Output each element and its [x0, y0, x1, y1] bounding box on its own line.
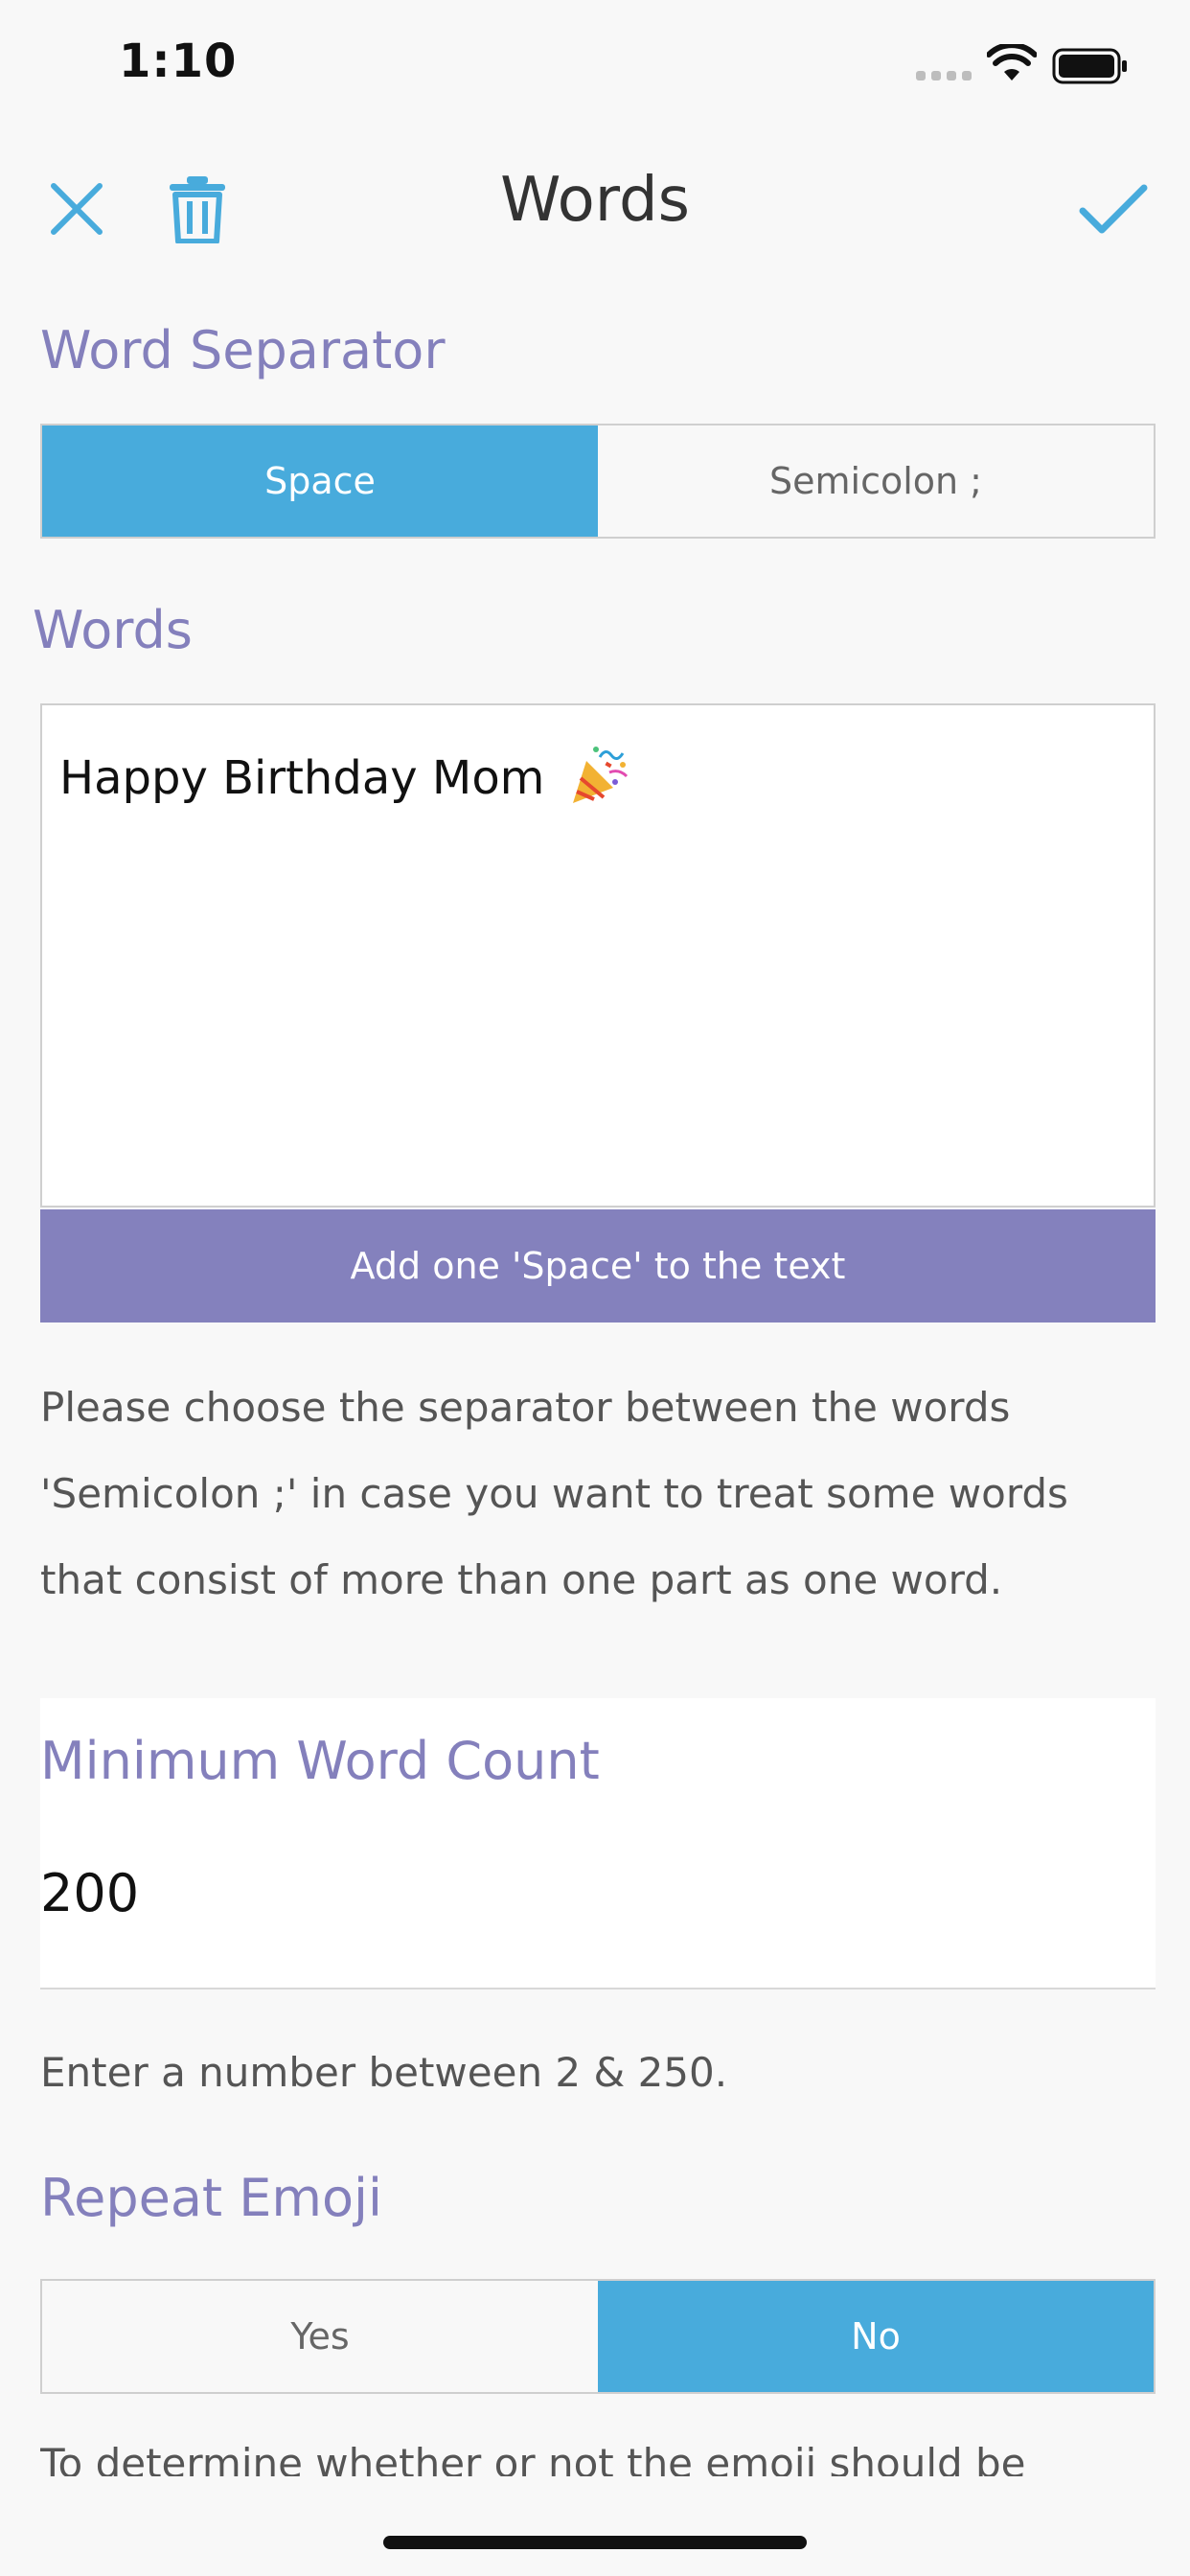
add-space-button[interactable]: Add one 'Space' to the text	[40, 1209, 1156, 1322]
separator-help-text: Please choose the separator between the …	[40, 1384, 1068, 1603]
status-bar: 1:10	[0, 0, 1190, 134]
wifi-icon	[986, 42, 1038, 86]
separator-option-semicolon[interactable]: Semicolon ;	[598, 426, 1154, 537]
minimum-word-count-title: Minimum Word Count	[40, 1731, 600, 1791]
status-time: 1:10	[119, 34, 238, 88]
words-title: Words	[33, 600, 193, 660]
repeat-emoji-help-text: To determine whether or not the emoji sh…	[40, 2442, 1152, 2476]
minimum-word-count-help: Enter a number between 2 & 250.	[40, 2049, 728, 2096]
repeat-emoji-option-yes[interactable]: Yes	[42, 2281, 598, 2392]
words-text-value: Happy Birthday Mom	[59, 751, 545, 805]
word-separator-control: Space Semicolon ;	[40, 424, 1156, 539]
confirm-button[interactable]	[1067, 163, 1159, 255]
minimum-word-count-card: Minimum Word Count 200	[40, 1698, 1156, 1990]
repeat-emoji-title: Repeat Emoji	[40, 2168, 383, 2228]
navigation-bar: Words	[0, 144, 1190, 259]
repeat-emoji-help-value: To determine whether or not the emoji sh…	[40, 2442, 1026, 2476]
repeat-emoji-control: Yes No	[40, 2279, 1156, 2394]
party-popper-icon	[567, 744, 630, 818]
word-separator-title: Word Separator	[40, 320, 446, 380]
page-title: Words	[500, 165, 690, 236]
words-text: Happy Birthday Mom	[59, 744, 630, 818]
separator-option-space[interactable]: Space	[42, 426, 598, 537]
home-indicator[interactable]	[383, 2536, 807, 2549]
checkmark-icon	[1079, 184, 1148, 234]
repeat-emoji-option-no[interactable]: No	[598, 2281, 1154, 2392]
words-textarea[interactable]: Happy Birthday Mom	[40, 703, 1156, 1208]
cellular-signal-icon	[916, 71, 972, 80]
minimum-word-count-input[interactable]: 200	[40, 1863, 139, 1923]
battery-icon	[1052, 48, 1129, 88]
